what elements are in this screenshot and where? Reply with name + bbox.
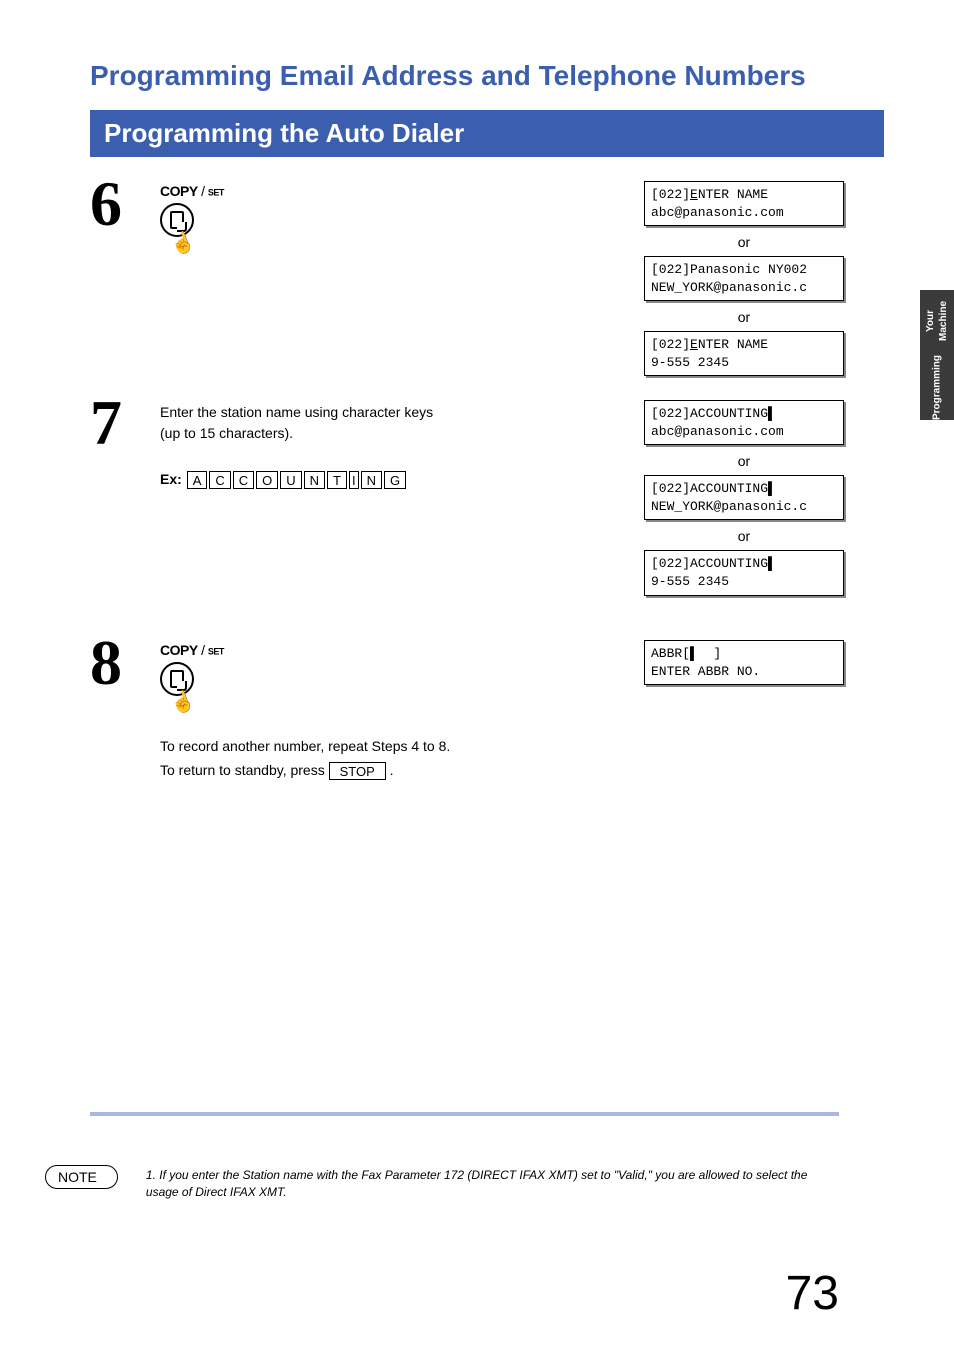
note-row: NOTE 1. If you enter the Station name wi… — [45, 1165, 839, 1201]
note-text: 1. If you enter the Station name with th… — [146, 1165, 839, 1201]
slash: / — [198, 642, 208, 658]
copy-text: COPY — [160, 183, 198, 199]
step-number-6: 6 — [90, 175, 160, 384]
copy-set-button-icon: ☝ — [160, 203, 200, 258]
key-c: C — [209, 471, 230, 489]
page-number: 73 — [786, 1266, 839, 1321]
or-separator: or — [644, 528, 844, 544]
step7-instruction: Enter the station name using character k… — [160, 402, 624, 443]
key-n: N — [304, 471, 325, 489]
set-text: SET — [208, 187, 224, 197]
or-separator: or — [644, 234, 844, 250]
key-n: N — [361, 471, 382, 489]
slash: / — [198, 183, 208, 199]
or-separator: or — [644, 309, 844, 325]
key-u: U — [280, 471, 301, 489]
key-o: O — [256, 471, 278, 489]
lcd-display: [022]ACCOUNTING▌ NEW_YORK@panasonic.c — [644, 475, 844, 520]
ex-label: Ex: — [160, 471, 182, 487]
key-c: C — [233, 471, 254, 489]
lcd-display: [022]ENTER NAME abc@panasonic.com — [644, 181, 844, 226]
key-a: A — [187, 471, 208, 489]
key-i: I — [349, 471, 359, 489]
note-pill: NOTE — [45, 1165, 118, 1189]
or-separator: or — [644, 453, 844, 469]
copy-set-label: COPY / SET — [160, 642, 624, 658]
copy-set-button-icon: ☝ — [160, 662, 200, 717]
divider — [90, 1112, 839, 1116]
step8-note-line1: To record another number, repeat Steps 4… — [160, 735, 624, 759]
copy-set-label: COPY / SET — [160, 183, 624, 199]
lcd-display: [022]Panasonic NY002 NEW_YORK@panasonic.… — [644, 256, 844, 301]
lcd-display: [022]ENTER NAME 9-555 2345 — [644, 331, 844, 376]
lcd-display: [022]ACCOUNTING▌ 9-555 2345 — [644, 550, 844, 595]
step-number-7: 7 — [90, 394, 160, 624]
page-title: Programming Email Address and Telephone … — [90, 60, 884, 92]
copy-text: COPY — [160, 642, 198, 658]
stop-key: STOP — [329, 762, 386, 780]
step8-notes: To record another number, repeat Steps 4… — [160, 735, 624, 783]
section-heading: Programming the Auto Dialer — [90, 110, 884, 157]
example-line: Ex: ACCOUNTING — [160, 471, 624, 489]
lcd-display: [022]ACCOUNTING▌ abc@panasonic.com — [644, 400, 844, 445]
set-text: SET — [208, 647, 224, 657]
key-t: T — [327, 471, 347, 489]
step8-note-line2: To return to standby, press STOP . — [160, 759, 624, 783]
key-g: G — [384, 471, 406, 489]
step-number-8: 8 — [90, 634, 160, 783]
lcd-display: ABBR[▌ ] ENTER ABBR NO. — [644, 640, 844, 685]
